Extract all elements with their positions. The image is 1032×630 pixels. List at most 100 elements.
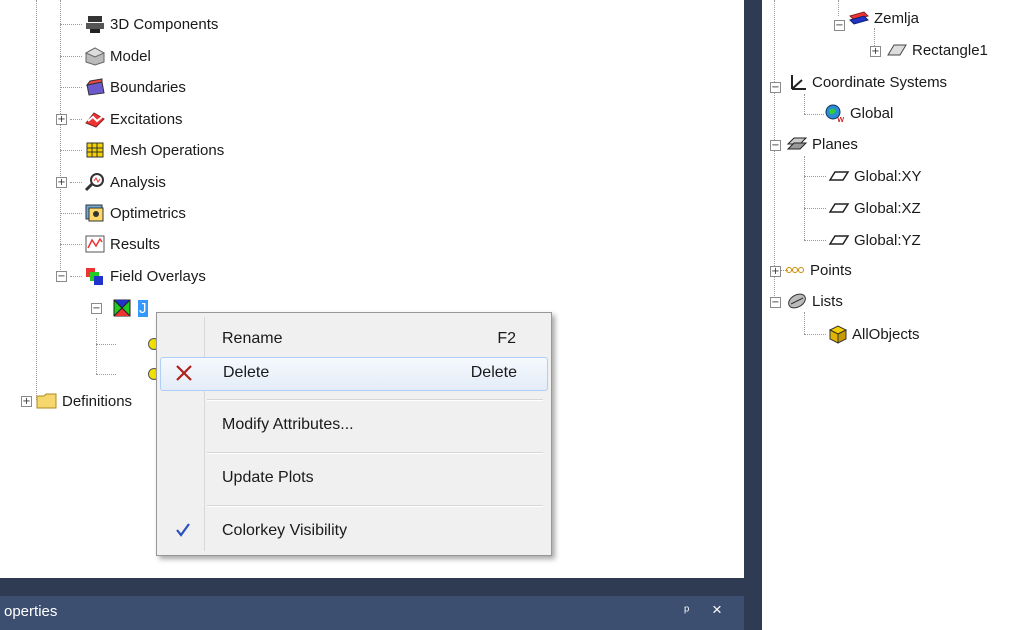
checkmark-icon [172,519,194,541]
tree-item-label: Planes [812,135,858,153]
tree-item-field-overlays[interactable]: Field Overlays [84,264,206,288]
selected-item-label: J [138,299,148,317]
expand-excitations-button[interactable]: + [56,114,67,125]
tree-item-planes[interactable]: Planes [786,132,858,156]
tree-item-label: Results [110,235,161,253]
menu-item-rename[interactable]: Rename F2 [160,323,546,355]
collapse-field-overlays-button[interactable]: − [56,271,67,282]
zemlja-icon [848,8,870,28]
tree-item-global-xy[interactable]: Global:XY [828,164,922,188]
tree-item-label: Global [850,104,894,122]
svg-text:w: w [837,115,844,123]
menu-separator [207,399,543,401]
field-overlays-icon [84,266,106,286]
tree-item-label: Global:XZ [854,199,921,217]
coordinate-systems-icon [786,72,808,92]
menu-item-shortcut: F2 [497,330,516,347]
planes-icon [786,134,808,154]
menu-item-label: Delete [223,364,270,381]
tree-item-model[interactable]: Model [84,44,151,68]
analysis-icon [84,172,106,192]
plane-icon [828,166,850,186]
tree-item-label: Global:XY [854,167,922,185]
tree-item-label: Mesh Operations [110,141,225,159]
rectangle-icon [886,40,908,60]
plane-icon [828,230,850,250]
tree-item-label: Optimetrics [110,204,186,222]
mesh-operations-icon [84,140,106,160]
expand-analysis-button[interactable]: + [56,177,67,188]
overlay-plot-icon [112,298,134,318]
tree-item-global-xz[interactable]: Global:XZ [828,196,921,220]
tree-item-global-cs[interactable]: w Global [824,101,893,125]
tree-item-label: Field Overlays [110,267,206,285]
tree-item-overlay-selected[interactable]: J [112,296,148,320]
model-tree-pane: − + − − + − Zemlja Rectangle1 Coordinate… [762,0,1032,630]
tree-item-global-yz[interactable]: Global:YZ [828,228,921,252]
tree-item-label: AllObjects [852,325,920,343]
menu-separator [207,452,543,454]
tree-item-optimetrics[interactable]: Optimetrics [84,201,186,225]
menu-item-delete[interactable]: Delete Delete [160,357,548,391]
pin-icon[interactable]: ᵖ [684,602,689,618]
menu-item-label: Modify Attributes... [222,416,354,433]
menu-item-shortcut: Delete [470,364,517,381]
menu-item-colorkey-visibility[interactable]: Colorkey Visibility [160,515,546,547]
menu-item-label: Colorkey Visibility [222,522,348,539]
model-icon [84,46,106,66]
tree-item-allobjects[interactable]: AllObjects [826,322,920,346]
globe-icon: w [824,103,846,125]
tree-item-analysis[interactable]: Analysis [84,170,166,194]
excitations-icon [84,109,106,129]
expand-definitions-button[interactable]: + [21,396,32,407]
tree-item-label: 3D Components [110,15,219,33]
tree-item-label: Zemlja [874,9,920,27]
tree-item-label: Global:YZ [854,231,921,249]
tree-item-definitions[interactable]: Definitions [36,389,132,413]
collapse-lists-button[interactable]: − [770,297,781,308]
tree-item-zemlja[interactable]: Zemlja [848,6,919,30]
expand-points-button[interactable]: + [770,266,781,277]
tree-item-label: Boundaries [110,78,186,96]
lists-icon [786,291,808,311]
menu-item-label: Update Plots [222,469,314,486]
tree-item-label: Excitations [110,110,183,128]
tree-item-results[interactable]: Results [84,232,160,256]
tree-item-rectangle1[interactable]: Rectangle1 [886,38,988,62]
boundaries-icon [84,77,106,97]
points-icon [784,260,806,280]
tree-item-label: Definitions [62,392,133,410]
folder-icon [36,391,58,411]
tree-item-label: Points [810,261,852,279]
tree-item-lists[interactable]: Lists [786,289,843,313]
collapse-planes-button[interactable]: − [770,140,781,151]
tree-item-excitations[interactable]: Excitations [84,107,183,131]
tree-item-label: Lists [812,292,843,310]
context-menu: Rename F2 Delete Delete Modify Attribute… [156,312,552,556]
plane-icon [828,198,850,218]
menu-item-label: Rename [222,330,283,347]
menu-separator [207,505,543,507]
expand-rectangle1-button[interactable]: + [870,46,881,57]
menu-item-modify-attributes[interactable]: Modify Attributes... [160,409,546,441]
all-objects-icon [826,324,848,344]
properties-panel-header: operties ᵖ × [0,596,744,630]
collapse-coordinate-systems-button[interactable]: − [770,82,781,93]
optimetrics-icon [84,203,106,223]
tree-item-label: Coordinate Systems [812,73,948,91]
collapse-zemlja-button[interactable]: − [834,20,845,31]
tree-item-boundaries[interactable]: Boundaries [84,75,186,99]
tree-item-coordinate-systems[interactable]: Coordinate Systems [786,70,947,94]
pane-splitter[interactable] [744,0,762,630]
collapse-overlay-item-button[interactable]: − [91,303,102,314]
results-icon [84,234,106,254]
3d-components-icon [84,14,106,34]
menu-item-update-plots[interactable]: Update Plots [160,462,546,494]
close-icon[interactable]: × [712,600,722,620]
tree-item-points[interactable]: Points [784,258,852,282]
delete-icon [173,362,195,384]
tree-item-label: Analysis [110,173,166,191]
properties-title: operties [4,603,58,620]
tree-item-3d-components[interactable]: 3D Components [84,12,218,36]
tree-item-mesh-operations[interactable]: Mesh Operations [84,138,224,162]
